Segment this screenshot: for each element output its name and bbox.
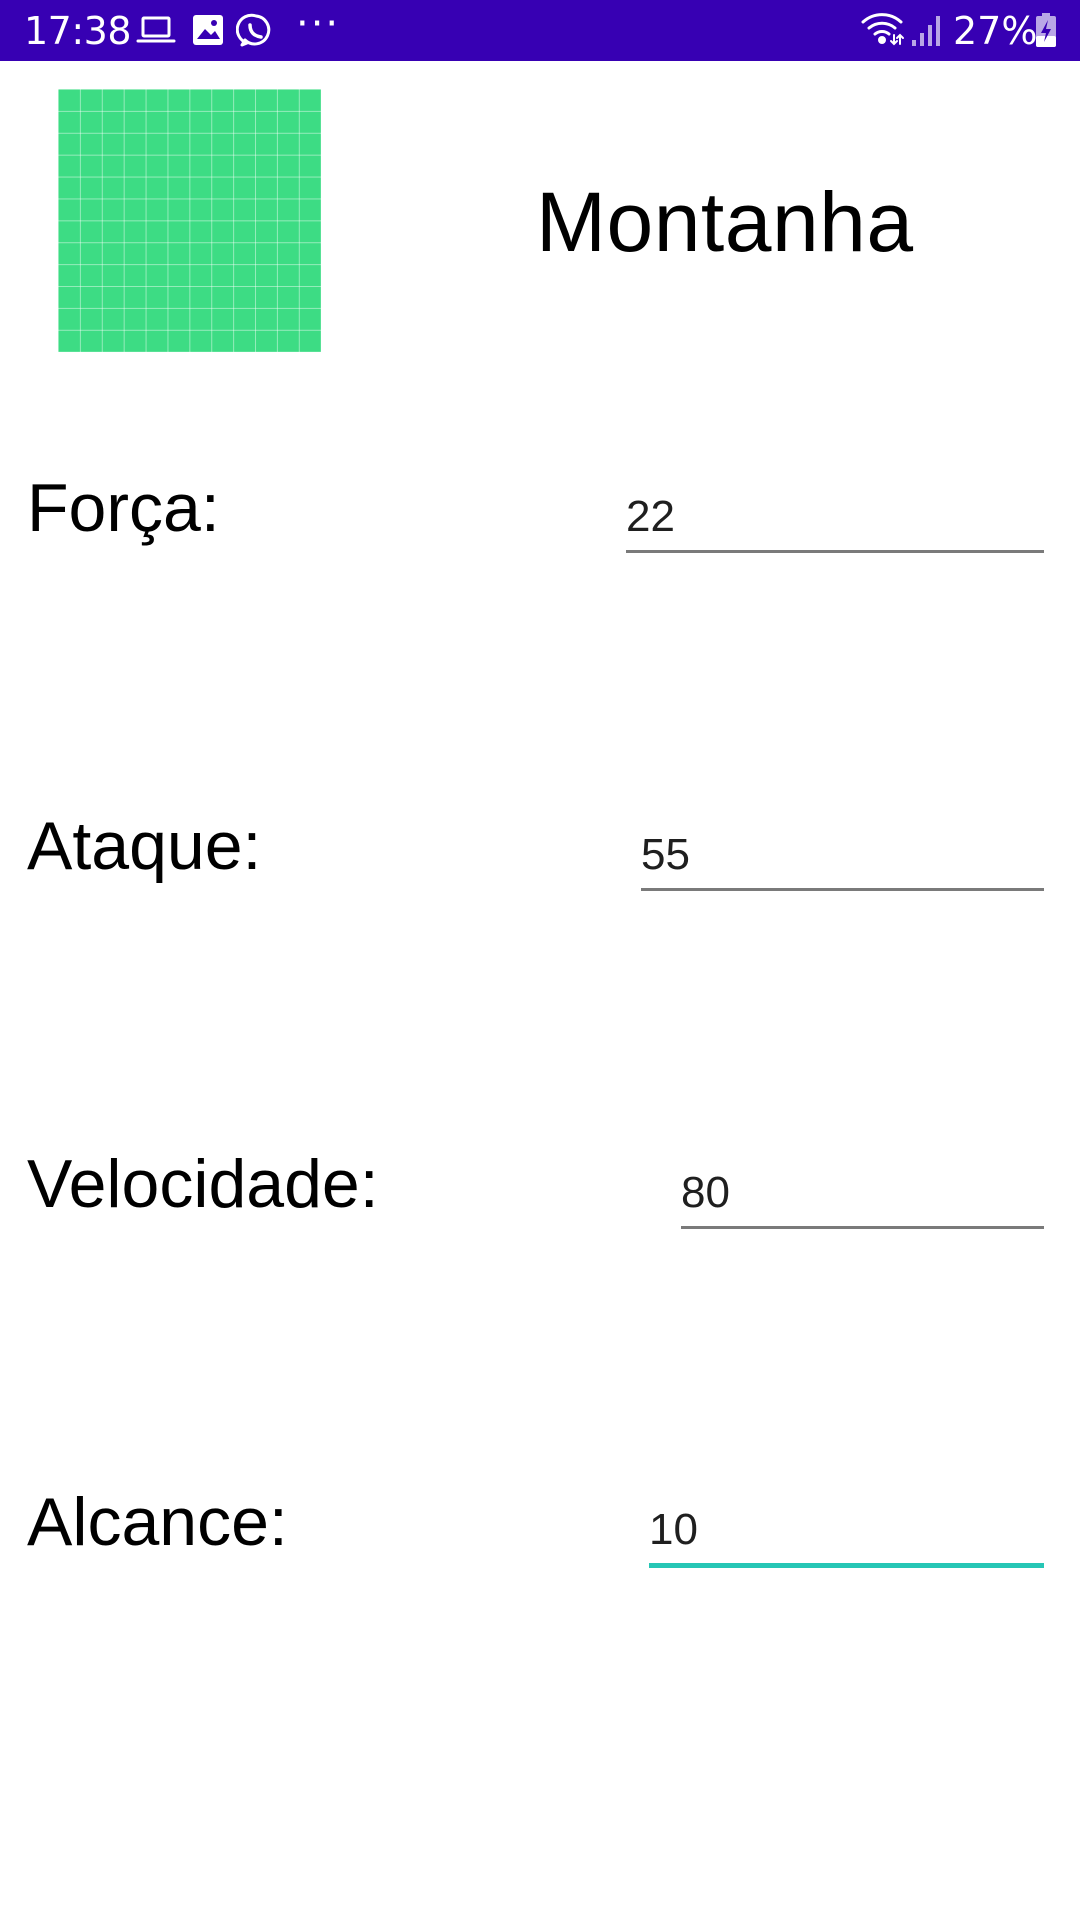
screen: 17:38 ··· 27% Montanha Força: 22 Ataque:… <box>0 0 1080 1920</box>
signal-icon <box>910 12 944 48</box>
battery-percent: 27% <box>953 9 1038 53</box>
strength-label: Força: <box>27 470 220 546</box>
laptop-icon <box>136 12 176 48</box>
attack-input-value: 55 <box>641 830 690 879</box>
speed-input[interactable]: 80 <box>681 1168 1044 1229</box>
wifi-icon <box>860 10 906 46</box>
attack-label: Ataque: <box>27 808 262 884</box>
status-bar: 17:38 ··· 27% <box>0 0 1080 61</box>
battery-charging-icon <box>1034 12 1058 48</box>
strength-input-value: 22 <box>626 492 675 541</box>
range-input-value: 10 <box>649 1505 698 1554</box>
strength-input[interactable]: 22 <box>626 492 1044 553</box>
range-input[interactable]: 10 <box>649 1505 1044 1568</box>
image-icon <box>188 12 228 48</box>
character-name: Montanha <box>536 175 914 269</box>
whatsapp-icon <box>236 12 276 48</box>
character-image <box>58 89 321 352</box>
speed-label: Velocidade: <box>27 1146 379 1222</box>
status-time: 17:38 <box>24 9 132 53</box>
attack-input[interactable]: 55 <box>641 830 1044 891</box>
more-notifications-icon: ··· <box>296 1 341 47</box>
speed-input-value: 80 <box>681 1168 730 1217</box>
range-label: Alcance: <box>27 1484 288 1560</box>
